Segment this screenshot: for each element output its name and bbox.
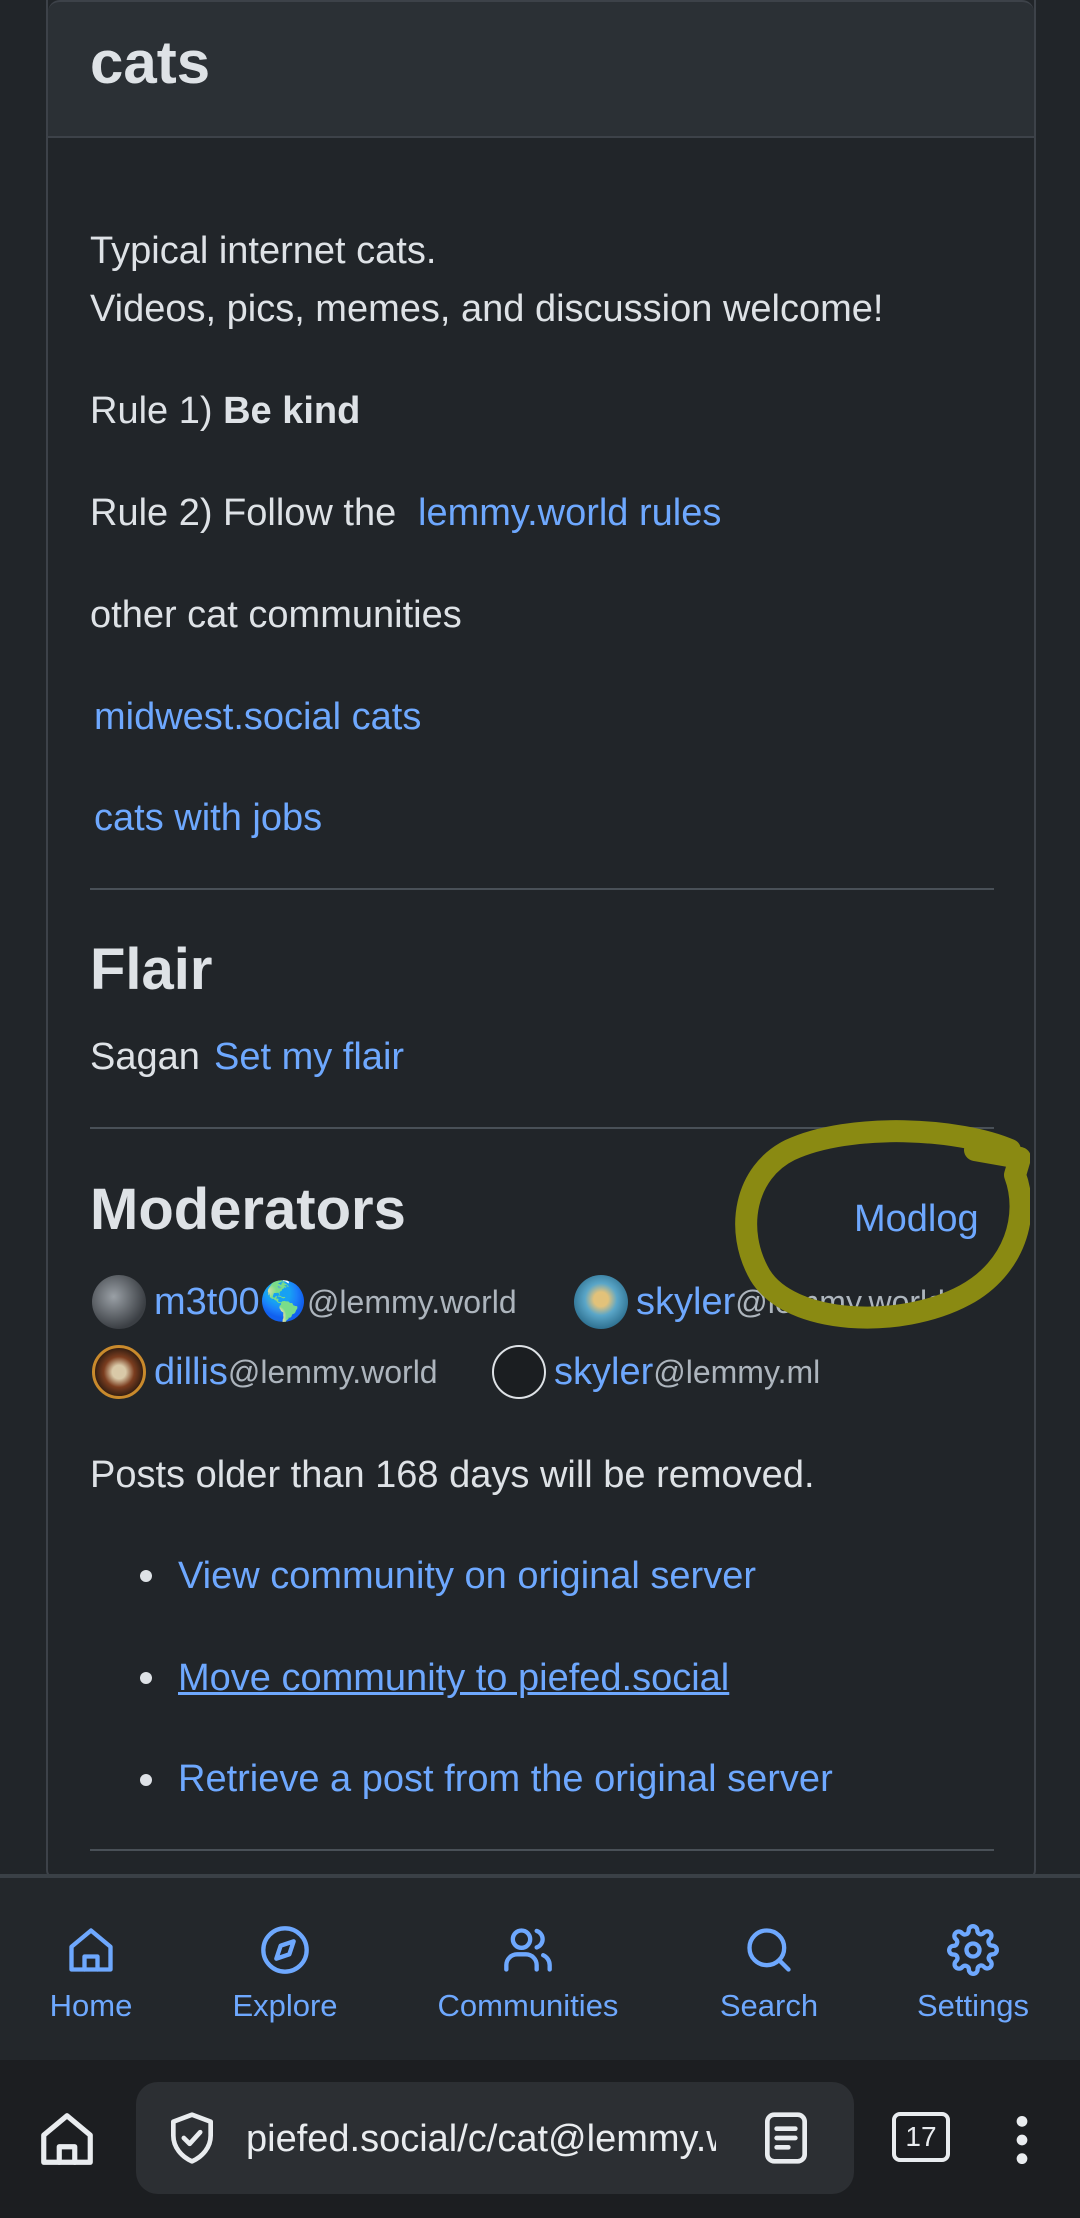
description-line-1: Typical internet cats. [90,230,437,272]
users-icon [504,1928,552,1972]
moderator-name[interactable]: dillis [154,1351,228,1394]
cats-with-jobs-link[interactable]: cats with jobs [94,799,322,837]
nav-communities-label: Communities [437,1988,619,2023]
bullet [140,1774,152,1786]
divider [90,1849,994,1851]
moderator-instance: @lemmy.world [306,1283,517,1320]
rule-1: Rule 1) Be kind [90,392,360,430]
modlog-link[interactable]: Modlog [854,1200,979,1238]
rule-2-prefix: Rule 2) Follow the [90,492,397,534]
rule-1-text: Be kind [223,390,361,432]
nav-home[interactable]: Home [48,1878,134,2024]
midwest-social-cats-link[interactable]: midwest.social cats [94,698,421,736]
card-header: cats [48,0,1034,138]
nav-search-label: Search [719,1988,819,2023]
move-community-link[interactable]: Move community to piefed.social [178,1659,729,1697]
avatar [92,1345,146,1399]
nav-settings-label: Settings [916,1988,1029,2023]
flair-value: Sagan [90,1036,200,1078]
moderator-skyler-ml[interactable]: skyler @lemmy.ml [492,1345,820,1399]
description-line-2: Videos, pics, memes, and discussion welc… [90,288,884,330]
url-text[interactable]: piefed.social/c/cat@lemmy.world [246,2118,716,2161]
view-original-server-link[interactable]: View community on original server [178,1557,756,1595]
retention-notice: Posts older than 168 days will be remove… [90,1454,815,1496]
nav-settings[interactable]: Settings [912,1878,1034,2024]
gear-icon [947,1924,999,1976]
moderator-dillis[interactable]: dillis @lemmy.world [92,1345,438,1399]
flair-heading: Flair [90,937,213,1002]
nav-explore-label: Explore [232,1988,338,2023]
avatar [92,1275,146,1329]
rule-1-prefix: Rule 1) [90,390,213,432]
compass-icon [261,1926,309,1974]
lemmy-world-rules-link[interactable]: lemmy.world rules [418,494,721,532]
nav-home-label: Home [49,1988,133,2023]
nav-search[interactable]: Search [718,1878,820,2024]
bullet [140,1570,152,1582]
search-icon [747,1928,791,1972]
shield-check-icon[interactable] [164,2110,220,2166]
moderators-heading: Moderators [90,1177,406,1242]
divider [90,888,994,890]
moderator-instance: @lemmy.world [227,1353,438,1390]
home-icon [69,1928,113,1972]
moderator-instance: @lemmy.world [735,1283,945,1320]
bullet [140,1672,152,1684]
set-flair-link[interactable]: Set my flair [214,1038,404,1076]
url-bar[interactable]: piefed.social/c/cat@lemmy.world [136,2082,854,2194]
other-communities-heading: other cat communities [90,594,462,636]
moderator-name[interactable]: skyler [554,1351,653,1394]
reader-mode-icon[interactable] [758,2110,814,2166]
browser-toolbar: piefed.social/c/cat@lemmy.world 17 [0,2060,1080,2218]
tab-counter[interactable]: 17 [892,2112,950,2162]
avatar [574,1275,628,1329]
retrieve-post-link[interactable]: Retrieve a post from the original server [178,1760,833,1798]
community-title: cats [90,29,211,96]
moderator-name[interactable]: m3t00🌎 [154,1280,307,1324]
browser-home-icon[interactable] [36,2108,98,2170]
bottom-navigation: Home Explore Communities Search Settings [0,1874,1080,2060]
divider [90,1127,994,1129]
nav-communities[interactable]: Communities [430,1878,626,2024]
avatar [492,1345,546,1399]
moderator-skyler-world[interactable]: skyler @lemmy.world [574,1275,945,1329]
community-sidebar-card: cats Typical internet cats. Videos, pics… [46,0,1036,1880]
moderator-instance: @lemmy.ml [653,1353,821,1390]
nav-explore[interactable]: Explore [230,1878,340,2024]
moderator-m3t00[interactable]: m3t00🌎 @lemmy.world [92,1275,517,1329]
more-menu-icon[interactable] [1002,2112,1042,2168]
moderator-name[interactable]: skyler [636,1281,735,1324]
